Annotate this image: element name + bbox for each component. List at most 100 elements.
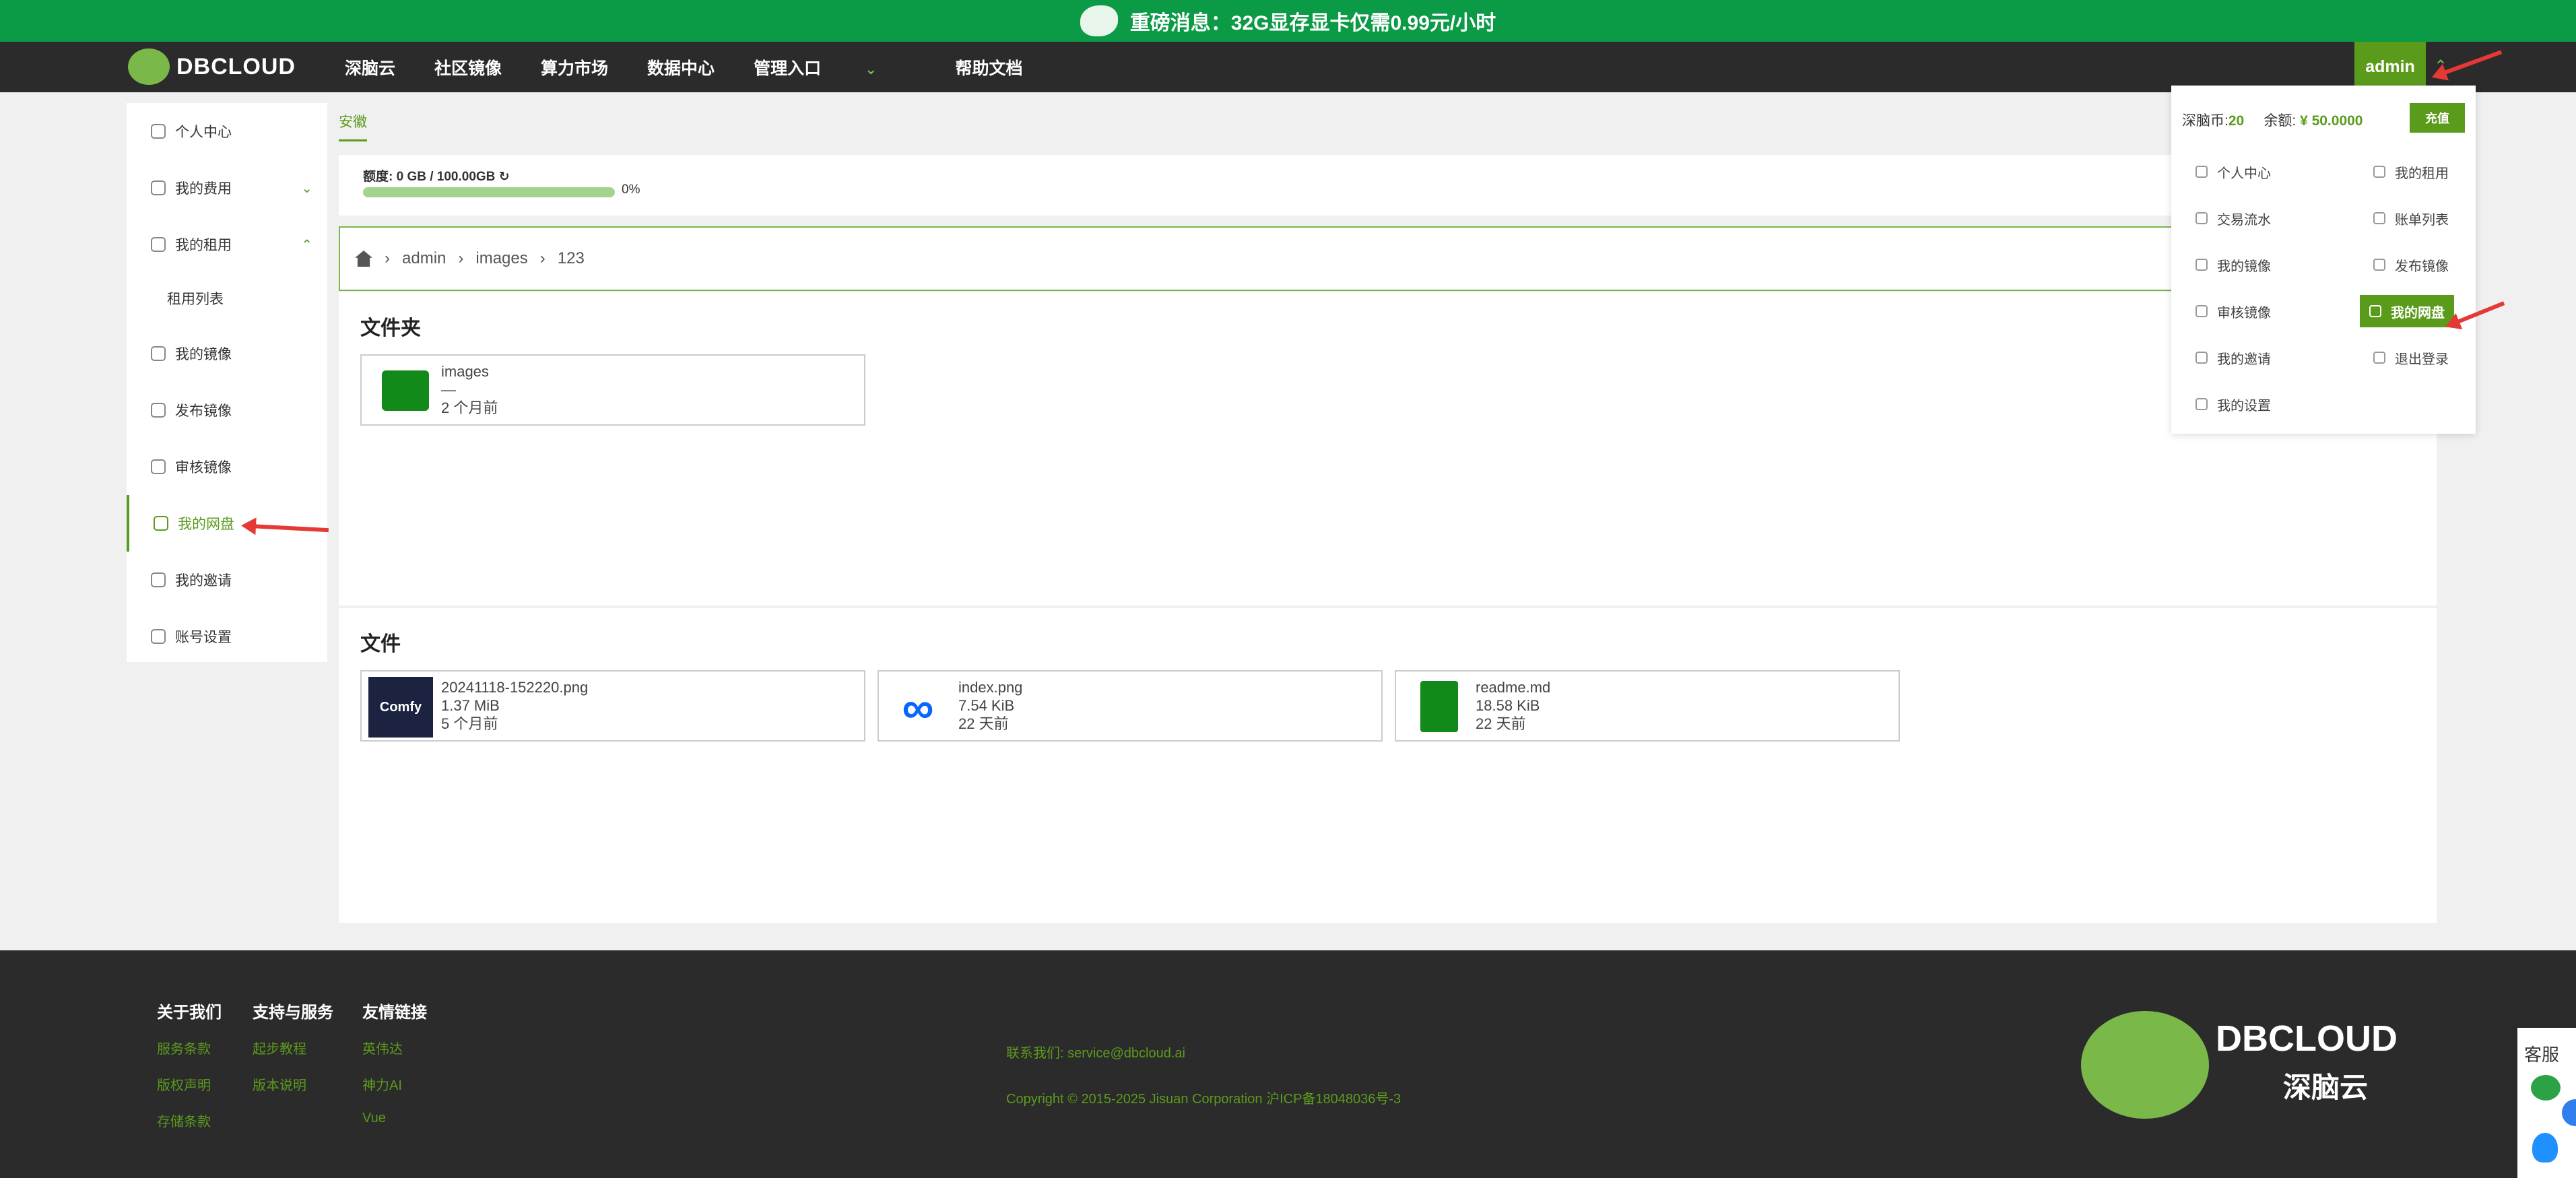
menu-item-review-image[interactable]: 审核镜像 <box>2195 295 2271 327</box>
footer-copyright: Copyright © 2015-2025 Jisuan Corporation… <box>1006 1092 1401 1107</box>
user-dropdown-menu: 深脑币:20 余额: ¥ 50.0000 充值 个人中心 我的租用 交易流水 账… <box>2171 86 2476 434</box>
file-card[interactable]: ∞ index.png 7.54 KiB 22 天前 <box>878 670 1383 742</box>
sidebar-item-rentals[interactable]: 我的租用 ⌃ <box>127 216 327 273</box>
collapse-toggle-icon[interactable] <box>2562 1099 2576 1126</box>
nav-item-admin[interactable]: 管理入口 ⌄ <box>754 55 916 79</box>
footer-brand: DBCLOUD <box>2216 1018 2398 1059</box>
bag-icon <box>154 516 168 531</box>
brain-logo-icon <box>128 48 170 85</box>
footer-link[interactable]: 版权声明 <box>157 1074 211 1094</box>
search-icon <box>151 237 166 252</box>
footer-contact[interactable]: 联系我们: service@dbcloud.ai <box>1006 1042 1185 1061</box>
menu-item-label: 我的设置 <box>2217 398 2271 414</box>
footer-link[interactable]: 服务条款 <box>157 1038 211 1057</box>
menu-item-rentals[interactable]: 我的租用 <box>2373 156 2449 188</box>
wechat-icon[interactable] <box>2531 1075 2561 1101</box>
breadcrumb-item[interactable]: 123 <box>558 249 585 268</box>
file-name: 20241118-152220.png <box>441 679 589 696</box>
menu-item-settings[interactable]: 我的设置 <box>2195 388 2271 420</box>
quota-panel: 额度: 0 GB / 100.00GB ↻ 0% <box>339 155 2437 216</box>
files-title: 文件 <box>360 633 401 655</box>
document-icon <box>1420 681 1458 732</box>
sidebar-item-profile[interactable]: 个人中心 <box>127 103 327 160</box>
card-icon <box>2195 212 2208 224</box>
banner-text: 重磅消息：32G显存显卡仅需0.99元/小时 <box>1129 12 1496 34</box>
menu-item-label: 个人中心 <box>2217 166 2271 181</box>
meta-logo-icon: ∞ <box>902 682 934 732</box>
menu-item-transactions[interactable]: 交易流水 <box>2195 202 2271 234</box>
nav-item-data-center[interactable]: 数据中心 <box>647 55 715 79</box>
send-icon <box>151 572 166 587</box>
lock-icon <box>151 403 166 418</box>
menu-item-profile[interactable]: 个人中心 <box>2195 156 2271 188</box>
qq-icon[interactable] <box>2532 1133 2558 1163</box>
breadcrumb-item[interactable]: admin <box>402 249 446 268</box>
sidebar-item-invites[interactable]: 我的邀请 <box>127 552 327 608</box>
balance-label: 余额: <box>2264 113 2301 129</box>
box-icon <box>151 346 166 361</box>
folder-name: images <box>441 363 489 380</box>
footer-link[interactable]: 起步教程 <box>253 1038 306 1057</box>
file-time: 5 个月前 <box>441 715 498 732</box>
sidebar-item-costs[interactable]: 我的费用 ⌄ <box>127 160 327 216</box>
menu-item-logout[interactable]: 退出登录 <box>2373 341 2449 374</box>
home-icon[interactable] <box>355 251 372 267</box>
send-icon <box>2195 352 2208 364</box>
database-icon <box>151 181 166 195</box>
folders-title: 文件夹 <box>360 317 421 339</box>
breadcrumb-item[interactable]: images <box>475 249 527 268</box>
card-icon <box>2373 212 2385 224</box>
menu-item-label: 我的邀请 <box>2217 352 2271 367</box>
file-card[interactable]: readme.md 18.58 KiB 22 天前 <box>1395 670 1900 742</box>
folder-card[interactable]: images — 2 个月前 <box>360 354 865 426</box>
sidebar-item-label: 我的镜像 <box>175 347 232 362</box>
quota-percent: 0% <box>622 183 640 197</box>
quota-label: 额度: 0 GB / 100.00GB ↻ <box>363 166 510 185</box>
sidebar-item-cloud-drive[interactable]: 我的网盘 <box>127 495 330 552</box>
coins-label: 深脑币: <box>2182 113 2228 129</box>
menu-item-invites[interactable]: 我的邀请 <box>2195 341 2271 374</box>
recharge-button[interactable]: 充值 <box>2410 103 2465 133</box>
menu-item-cloud-drive[interactable]: 我的网盘 <box>2360 295 2454 327</box>
nav-item-home[interactable]: 深脑云 <box>345 55 395 79</box>
customer-service-label[interactable]: 客服 <box>2524 1041 2559 1066</box>
footer-link[interactable]: 存储条款 <box>157 1111 211 1130</box>
footer-link[interactable]: 神力AI <box>362 1074 402 1094</box>
mascot-icon <box>1080 5 1118 36</box>
menu-item-label: 退出登录 <box>2395 352 2449 367</box>
sidebar-item-label: 账号设置 <box>175 630 232 645</box>
file-name: index.png <box>958 679 1023 696</box>
menu-item-publish-image[interactable]: 发布镜像 <box>2373 249 2449 281</box>
menu-item-bills[interactable]: 账单列表 <box>2373 202 2449 234</box>
refresh-icon[interactable]: ↻ <box>499 170 510 184</box>
sidebar-item-my-images[interactable]: 我的镜像 <box>127 325 327 382</box>
menu-item-my-images[interactable]: 我的镜像 <box>2195 249 2271 281</box>
footer-link[interactable]: Vue <box>362 1111 386 1126</box>
footer-link[interactable]: 版本说明 <box>253 1074 306 1094</box>
announcement-banner[interactable]: 重磅消息：32G显存显卡仅需0.99元/小时 <box>0 0 2576 42</box>
file-card[interactable]: Comfy 20241118-152220.png 1.37 MiB 5 个月前 <box>360 670 865 742</box>
sidebar-item-label: 我的费用 <box>175 181 232 197</box>
tab-current[interactable]: 安徽 <box>339 111 367 141</box>
nav-item-community-images[interactable]: 社区镜像 <box>434 55 502 79</box>
sidebar-item-rental-list[interactable]: 租用列表 <box>127 270 368 327</box>
sidebar-item-label: 审核镜像 <box>175 460 232 476</box>
footer-link[interactable]: 英伟达 <box>362 1038 403 1057</box>
sidebar-item-account-settings[interactable]: 账号设置 <box>127 608 327 665</box>
folder-info: images — 2 个月前 <box>441 362 498 417</box>
sidebar-item-publish-image[interactable]: 发布镜像 <box>127 382 327 438</box>
nav-item-help-docs[interactable]: 帮助文档 <box>955 55 1022 79</box>
user-menu-button[interactable]: admin <box>2354 42 2426 92</box>
folder-time: 2 个月前 <box>441 399 498 416</box>
logo[interactable]: DBCLOUD <box>128 48 296 85</box>
nav-item-compute-market[interactable]: 算力市场 <box>541 55 608 79</box>
file-size: 1.37 MiB <box>441 697 500 714</box>
file-time: 22 天前 <box>1476 715 1526 732</box>
sidebar-item-label: 我的邀请 <box>175 573 232 589</box>
breadcrumb: › admin › images › 123 <box>339 226 2437 291</box>
quota-text: 额度: 0 GB / 100.00GB <box>363 170 496 184</box>
breadcrumb-separator-icon: › <box>385 249 390 267</box>
file-size: 7.54 KiB <box>958 697 1015 714</box>
nav-links: 深脑云 社区镜像 算力市场 数据中心 管理入口 ⌄ 帮助文档 <box>345 42 1061 92</box>
sidebar-item-review-image[interactable]: 审核镜像 <box>127 438 327 495</box>
